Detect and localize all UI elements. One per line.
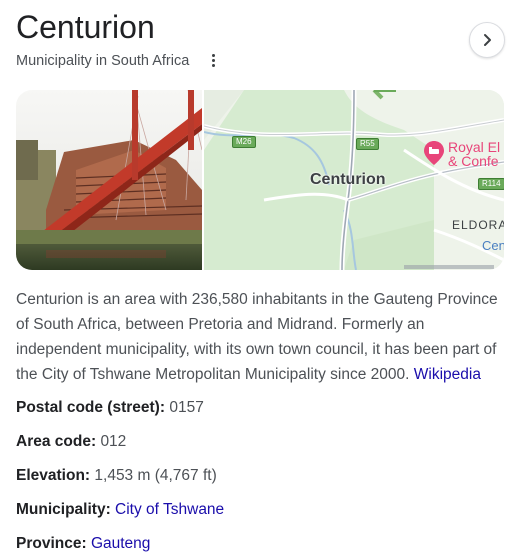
wikipedia-link[interactable]: Wikipedia <box>414 366 481 383</box>
map-poi-label: Royal El & Confe <box>448 140 500 168</box>
map-area-label-cen: Cen <box>482 238 504 253</box>
road-shield-m26: M26 <box>232 136 256 148</box>
hotel-pin-icon <box>424 141 444 165</box>
fact-value: 0157 <box>169 399 204 416</box>
fact-value: 1,453 m (4,767 ft) <box>94 467 217 484</box>
fact-elevation: Elevation: 1,453 m (4,767 ft) <box>16 466 217 486</box>
fact-province: Province: Gauteng <box>16 534 150 554</box>
map-area-label-eldora: ELDORA <box>452 218 504 232</box>
fact-area-code: Area code: 012 <box>16 432 126 452</box>
next-button[interactable] <box>469 22 505 58</box>
fact-postal-code: Postal code (street): 0157 <box>16 398 204 418</box>
fact-label: Area code: <box>16 433 97 450</box>
city-photo[interactable] <box>16 90 202 270</box>
municipality-link[interactable]: City of Tshwane <box>115 501 224 518</box>
location-map[interactable]: M26 R55 R114 Centurion Royal El & Confe … <box>204 90 504 270</box>
fact-label: Elevation: <box>16 467 91 484</box>
more-options-icon[interactable] <box>208 51 218 69</box>
media-strip: M26 R55 R114 Centurion Royal El & Confe … <box>16 90 504 270</box>
fact-value: 012 <box>100 433 127 450</box>
fact-label: Postal code (street): <box>16 399 166 416</box>
fact-label: Municipality: <box>16 501 111 518</box>
province-link[interactable]: Gauteng <box>91 535 150 552</box>
fact-label: Province: <box>16 535 87 552</box>
road-shield-r114: R114 <box>478 178 504 190</box>
chevron-right-icon <box>484 34 491 46</box>
map-city-label: Centurion <box>310 171 386 188</box>
road-shield-r55: R55 <box>356 138 379 150</box>
map-poi-label-line2: & Confe <box>448 153 499 169</box>
page-title: Centurion <box>16 9 155 45</box>
bridge-photo-image <box>16 90 202 270</box>
map-poi-label-line1: Royal El <box>448 139 501 155</box>
fact-municipality: Municipality: City of Tshwane <box>16 500 224 520</box>
description: Centurion is an area with 236,580 inhabi… <box>16 287 511 387</box>
page-subtitle: Municipality in South Africa <box>16 53 190 69</box>
